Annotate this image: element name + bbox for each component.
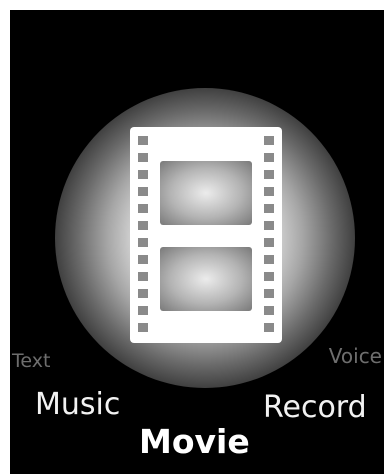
- menu-item-voice[interactable]: Voice: [329, 346, 382, 366]
- device-screen: Text Voice Music Record Movie: [10, 10, 384, 474]
- menu-item-record[interactable]: Record: [263, 393, 367, 423]
- menu-item-music[interactable]: Music: [35, 390, 120, 420]
- menu-item-text[interactable]: Text: [12, 352, 50, 371]
- film-strip-icon[interactable]: [130, 127, 282, 343]
- menu-item-movie-selected[interactable]: Movie: [139, 425, 250, 458]
